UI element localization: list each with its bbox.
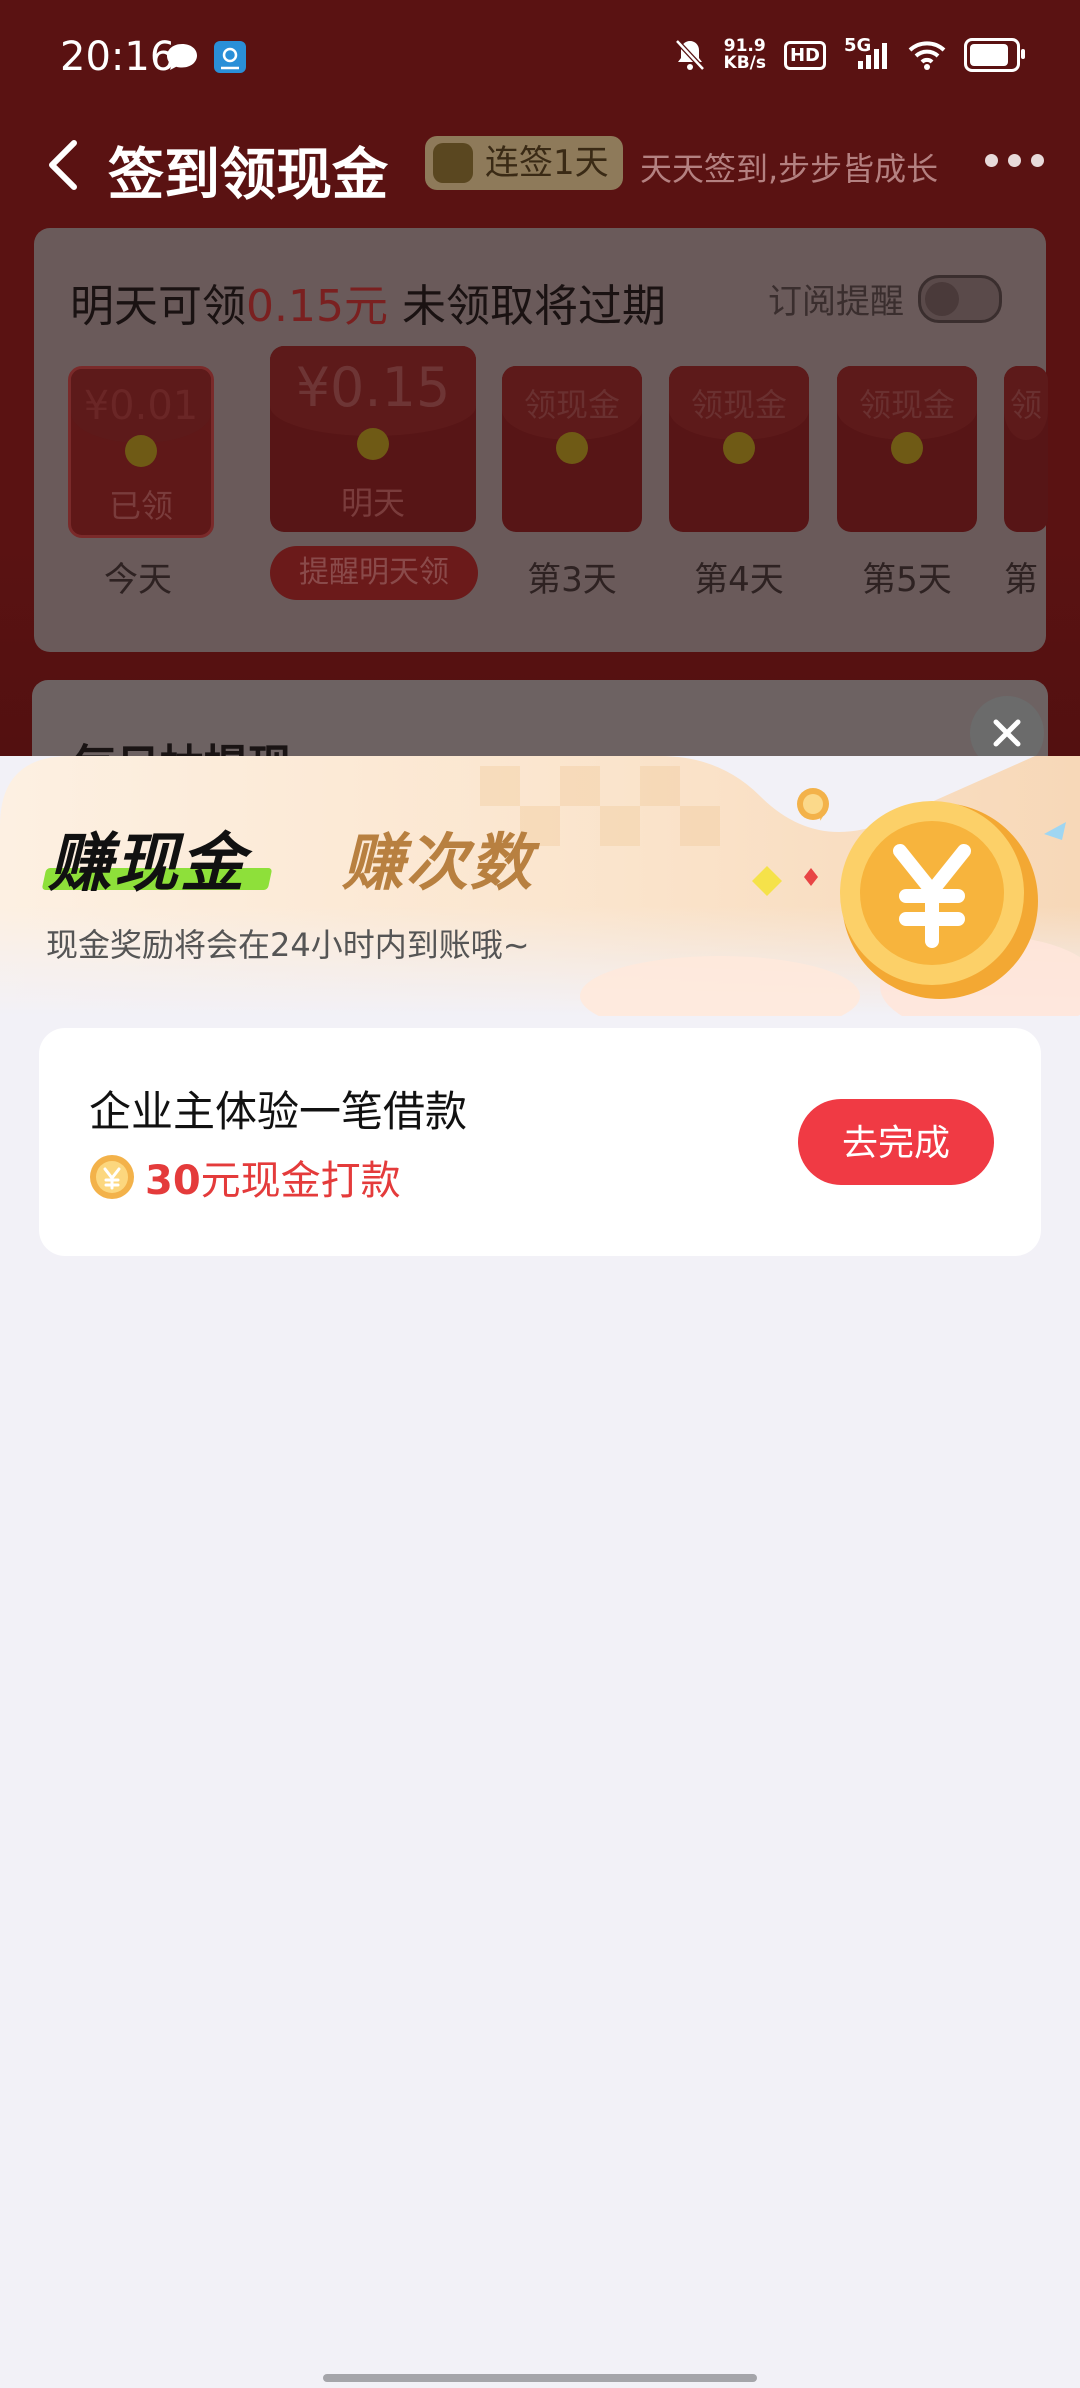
day-label-day5: 第5天 [862,560,952,600]
net-speed: 91.9 KB/s [723,36,766,73]
app-notification-icon [214,41,246,73]
task-name: 企业主体验一笔借款 [89,1087,468,1136]
remind-tomorrow-button[interactable]: 提醒明天领 [270,546,478,600]
close-icon [993,719,1021,747]
mute-bell-icon [674,39,705,71]
gold-coin-illustration [820,801,1038,999]
back-arrow-icon[interactable] [40,135,90,195]
page-header: 签到领现金 连签1天 天天签到,步步皆成长 [0,120,1080,210]
day-label-today: 今天 [104,560,172,600]
status-time: 20:16 [60,34,176,80]
envelope-day3: 领现金 [502,366,642,532]
tab-earn-cash[interactable]: 赚现金 [48,812,246,904]
envelope-row: ¥0.01 已领 ¥0.15 明天 领现金 领现金 领现金 领 今天 提醒明天领… [68,346,1048,646]
coin-icon [90,1155,134,1199]
panel-subtitle: 现金奖励将会在24小时内到账哦~ [46,926,530,964]
signin-headline: 明天可领0.15元 未领取将过期 [70,281,666,332]
battery-icon [964,38,1025,72]
confetti-red [804,868,818,886]
status-bar: 20:16 91.9 KB/s HD 5G [0,0,1080,120]
wifi-icon [908,41,946,70]
envelope-day6: 领 [1004,366,1048,532]
task-panel: 赚现金 赚次数 现金奖励将会在24小时内到账哦~ 企业主体验一笔借款 30元现金… [0,756,1080,2388]
page-title: 签到领现金 [108,143,388,208]
reward-amount: 30 [145,1158,201,1204]
signal-icon: 5G [844,35,890,71]
task-reward: 30元现金打款 [89,1148,401,1206]
hd-icon: HD [783,40,826,70]
small-coin-icon [797,788,829,820]
day-label-day6: 第 [1004,560,1038,600]
header-slogan: 天天签到,步步皆成长 [640,150,939,188]
day-label-day4: 第4天 [694,560,784,600]
go-complete-button[interactable]: 去完成 [798,1099,994,1185]
task-card: 企业主体验一笔借款 30元现金打款 去完成 [39,1028,1041,1256]
envelope-today: ¥0.01 已领 [68,366,214,538]
tab-earn-chances[interactable]: 赚次数 [342,812,534,902]
subscribe-toggle[interactable] [918,274,1002,323]
chat-bubble-icon [167,44,197,70]
home-indicator[interactable] [323,2374,757,2382]
reward-label: 元现金打款 [200,1158,401,1204]
more-menu-icon[interactable] [985,154,1045,168]
signin-card: 明天可领0.15元 未领取将过期 订阅提醒 ¥0.01 已领 ¥0.15 明天 … [34,228,1048,652]
confetti-yellow [752,866,782,896]
confetti-blue [1044,822,1066,840]
day-label-day3: 第3天 [527,560,617,600]
streak-shield-icon [433,143,473,183]
subscribe-reminder: 订阅提醒 [768,274,1002,323]
envelope-tomorrow: ¥0.15 明天 [270,346,476,532]
streak-badge: 连签1天 [425,136,623,190]
envelope-day4: 领现金 [669,366,809,532]
envelope-day5: 领现金 [837,366,977,532]
